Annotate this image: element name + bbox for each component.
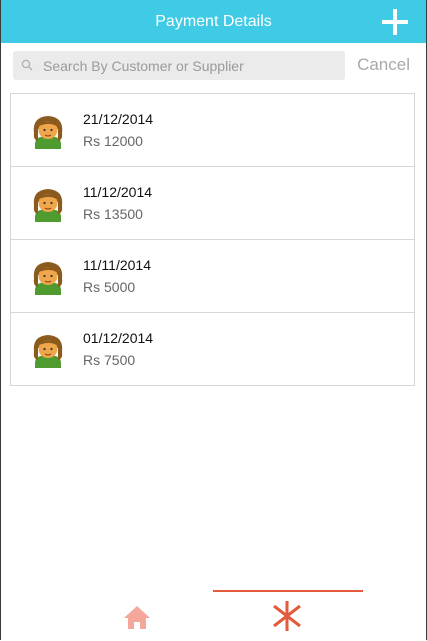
add-payment-button[interactable] (382, 9, 408, 35)
payment-amount: Rs 7500 (83, 352, 136, 368)
customer-avatar-icon (33, 262, 63, 295)
customer-avatar-icon (33, 335, 63, 368)
search-box[interactable] (13, 51, 345, 80)
payment-amount: Rs 13500 (83, 206, 143, 222)
tab-home[interactable] (121, 602, 153, 634)
active-tab-indicator (213, 590, 363, 592)
search-icon (21, 59, 33, 71)
cancel-button[interactable]: Cancel (357, 43, 410, 87)
payment-date: 01/12/2014 (83, 330, 154, 346)
list-item[interactable]: 11/12/2014 Rs 13500 (11, 167, 414, 240)
home-icon (124, 606, 150, 629)
page-title: Payment Details (155, 13, 272, 30)
search-bar: Cancel (1, 43, 426, 90)
payment-list: 21/12/2014 Rs 12000 11/12/2014 Rs 13500 … (10, 93, 415, 386)
asterisk-icon (273, 601, 301, 631)
payment-amount: Rs 5000 (83, 279, 136, 295)
list-item[interactable]: 21/12/2014 Rs 12000 (11, 94, 414, 167)
tab-bar (1, 590, 426, 640)
payment-date: 21/12/2014 (83, 111, 154, 127)
list-item[interactable]: 11/11/2014 Rs 5000 (11, 240, 414, 313)
customer-avatar-icon (33, 189, 63, 222)
tab-payments[interactable] (270, 599, 304, 633)
list-item[interactable]: 01/12/2014 Rs 7500 (11, 313, 414, 386)
customer-avatar-icon (33, 116, 63, 149)
payment-amount: Rs 12000 (83, 133, 143, 149)
search-input[interactable] (43, 51, 339, 80)
payment-date: 11/11/2014 (83, 257, 151, 273)
header-bar: Payment Details (1, 0, 426, 43)
payment-date: 11/12/2014 (83, 184, 153, 200)
plus-icon (382, 9, 408, 35)
